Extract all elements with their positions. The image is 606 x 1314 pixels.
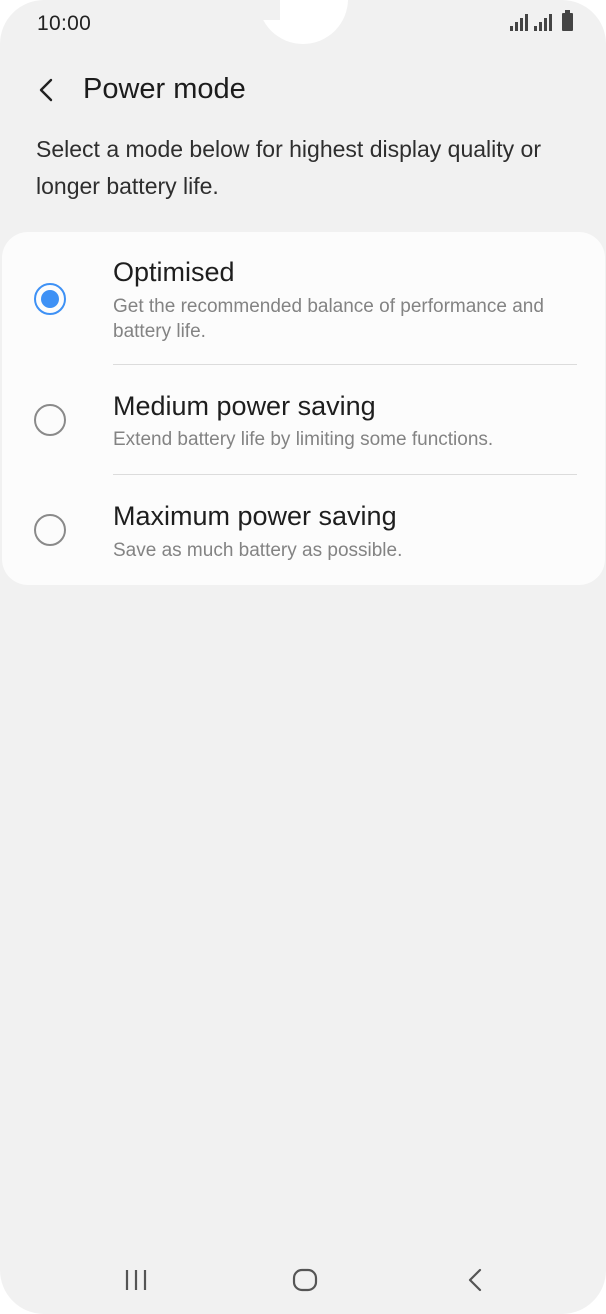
radio-button[interactable]: [34, 514, 66, 546]
mode-subtitle: Save as much battery as possible.: [113, 540, 403, 561]
back-nav-button[interactable]: [453, 1260, 497, 1300]
page-title: Power mode: [83, 73, 246, 105]
phone-screen: 10:00 Power mode Select a mode below for…: [0, 0, 606, 1314]
mode-subtitle: Get the recommended balance of performan…: [113, 296, 544, 342]
navigation-bar: [0, 1250, 606, 1310]
mode-title: Medium power saving: [113, 391, 376, 421]
recent-apps-icon: [125, 1270, 147, 1290]
mode-subtitle: Extend battery life by limiting some fun…: [113, 429, 494, 450]
home-button[interactable]: [283, 1260, 327, 1300]
mode-option-medium-power-saving[interactable]: Medium power saving Extend battery life …: [2, 365, 605, 474]
signal-icon: [534, 13, 552, 31]
back-icon: [468, 1268, 482, 1292]
status-icons: [510, 10, 573, 31]
signal-icon: [510, 13, 528, 31]
battery-icon: [562, 10, 573, 31]
home-icon: [292, 1268, 318, 1292]
status-bar: 10:00: [0, 0, 606, 48]
mode-option-maximum-power-saving[interactable]: Maximum power saving Save as much batter…: [2, 475, 605, 585]
radio-button[interactable]: [34, 404, 66, 436]
recent-apps-button[interactable]: [114, 1260, 158, 1300]
mode-title: Maximum power saving: [113, 501, 397, 531]
power-mode-card: Optimised Get the recommended balance of…: [2, 232, 605, 585]
chevron-left-icon: [39, 78, 53, 102]
back-button[interactable]: [26, 70, 66, 110]
radio-button-selected[interactable]: [34, 283, 66, 315]
mode-option-optimised[interactable]: Optimised Get the recommended balance of…: [2, 232, 605, 365]
page-description: Select a mode below for highest display …: [36, 136, 542, 199]
mode-title: Optimised: [113, 257, 235, 287]
app-bar: Power mode: [0, 64, 606, 116]
status-time: 10:00: [37, 12, 92, 35]
